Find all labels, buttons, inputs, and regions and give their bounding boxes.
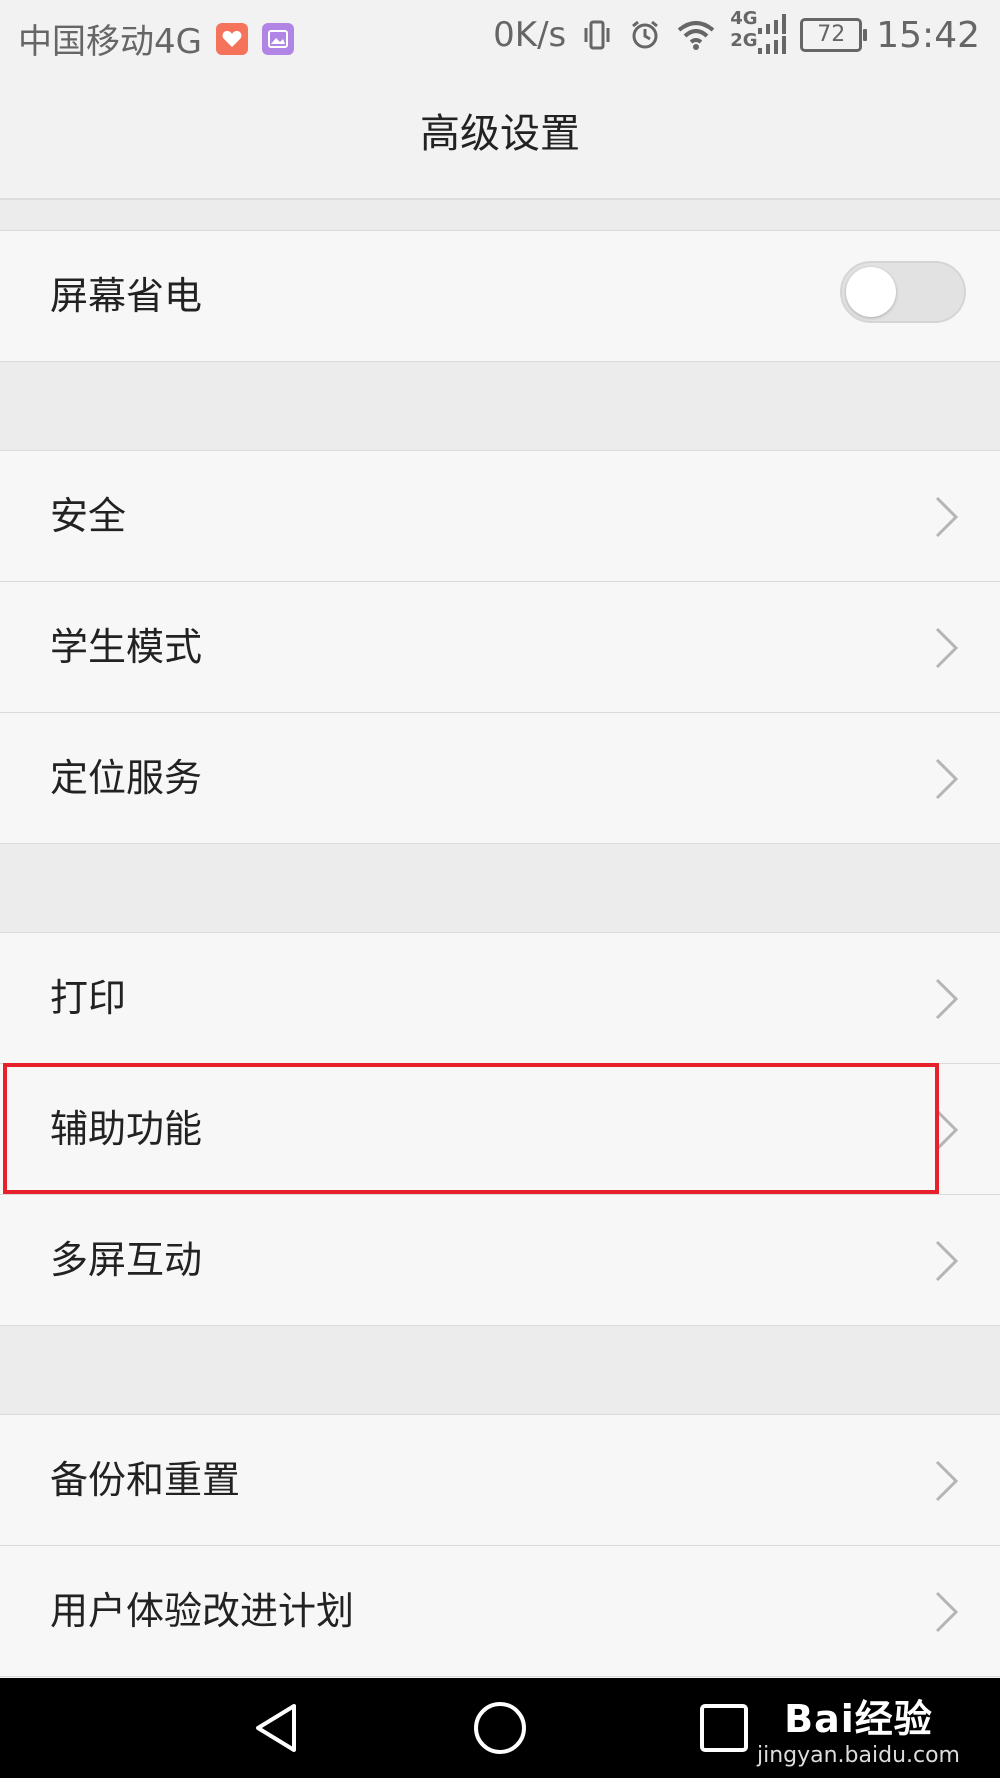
- row-multi-screen[interactable]: 多屏互动: [0, 1195, 1000, 1326]
- back-icon[interactable]: [250, 1700, 306, 1760]
- row-location-services[interactable]: 定位服务: [0, 713, 1000, 844]
- chevron-right-icon: [934, 757, 960, 805]
- row-label: 屏幕省电: [50, 274, 203, 318]
- title-bar: 高级设置: [0, 70, 1000, 200]
- chevron-right-icon: [934, 1239, 960, 1287]
- network-type-bottom: 2G: [730, 30, 758, 51]
- chevron-right-icon: [934, 1459, 960, 1507]
- section-divider: [0, 200, 1000, 231]
- section-divider: [0, 362, 1000, 451]
- chevron-right-icon: [934, 626, 960, 674]
- row-label: 学生模式: [50, 625, 203, 669]
- watermark-brand: Bai经验: [784, 1697, 933, 1741]
- gallery-app-icon: [261, 22, 294, 55]
- toggle-knob: [846, 267, 896, 317]
- status-bar: 中国移动4G 0K/s 4G 2G 72 15:42: [0, 0, 1000, 70]
- alarm-icon: [628, 18, 662, 52]
- battery-icon: 72: [800, 18, 868, 52]
- row-user-experience[interactable]: 用户体验改进计划: [0, 1546, 1000, 1677]
- navigation-bar: Bai经验 jingyan.baidu.com: [0, 1678, 1000, 1778]
- row-label: 备份和重置: [50, 1458, 241, 1502]
- carrier-label: 中国移动4G: [18, 22, 202, 62]
- chevron-right-icon: [934, 1108, 960, 1156]
- row-backup-reset[interactable]: 备份和重置: [0, 1415, 1000, 1546]
- row-security[interactable]: 安全: [0, 451, 1000, 582]
- row-print[interactable]: 打印: [0, 933, 1000, 1064]
- baidu-jingyan-watermark: Bai经验 jingyan.baidu.com: [757, 1688, 960, 1768]
- health-app-icon: [215, 22, 248, 55]
- section-divider: [0, 1326, 1000, 1415]
- network-speed: 0K/s: [493, 15, 567, 55]
- row-screen-power-saving[interactable]: 屏幕省电: [0, 231, 1000, 362]
- row-label: 辅助功能: [50, 1107, 203, 1151]
- row-label: 定位服务: [50, 756, 203, 800]
- chevron-right-icon: [934, 1590, 960, 1638]
- signal-icon: 4G 2G: [730, 8, 787, 58]
- row-accessibility[interactable]: 辅助功能: [0, 1064, 1000, 1195]
- row-label: 打印: [50, 976, 127, 1020]
- row-student-mode[interactable]: 学生模式: [0, 582, 1000, 713]
- row-label: 安全: [50, 494, 127, 538]
- wifi-icon: [676, 18, 716, 52]
- chevron-right-icon: [934, 977, 960, 1025]
- screen-power-saving-toggle[interactable]: [840, 261, 966, 323]
- recent-apps-icon[interactable]: [696, 1700, 752, 1760]
- section-divider: [0, 844, 1000, 933]
- row-label: 多屏互动: [50, 1238, 203, 1282]
- home-icon[interactable]: [472, 1700, 528, 1760]
- chevron-right-icon: [934, 495, 960, 543]
- page-title: 高级设置: [420, 111, 580, 157]
- watermark-url: jingyan.baidu.com: [756, 1743, 960, 1768]
- vibrate-icon: [580, 18, 614, 52]
- network-type-top: 4G: [730, 8, 758, 29]
- clock: 15:42: [876, 14, 980, 56]
- row-label: 用户体验改进计划: [50, 1589, 355, 1633]
